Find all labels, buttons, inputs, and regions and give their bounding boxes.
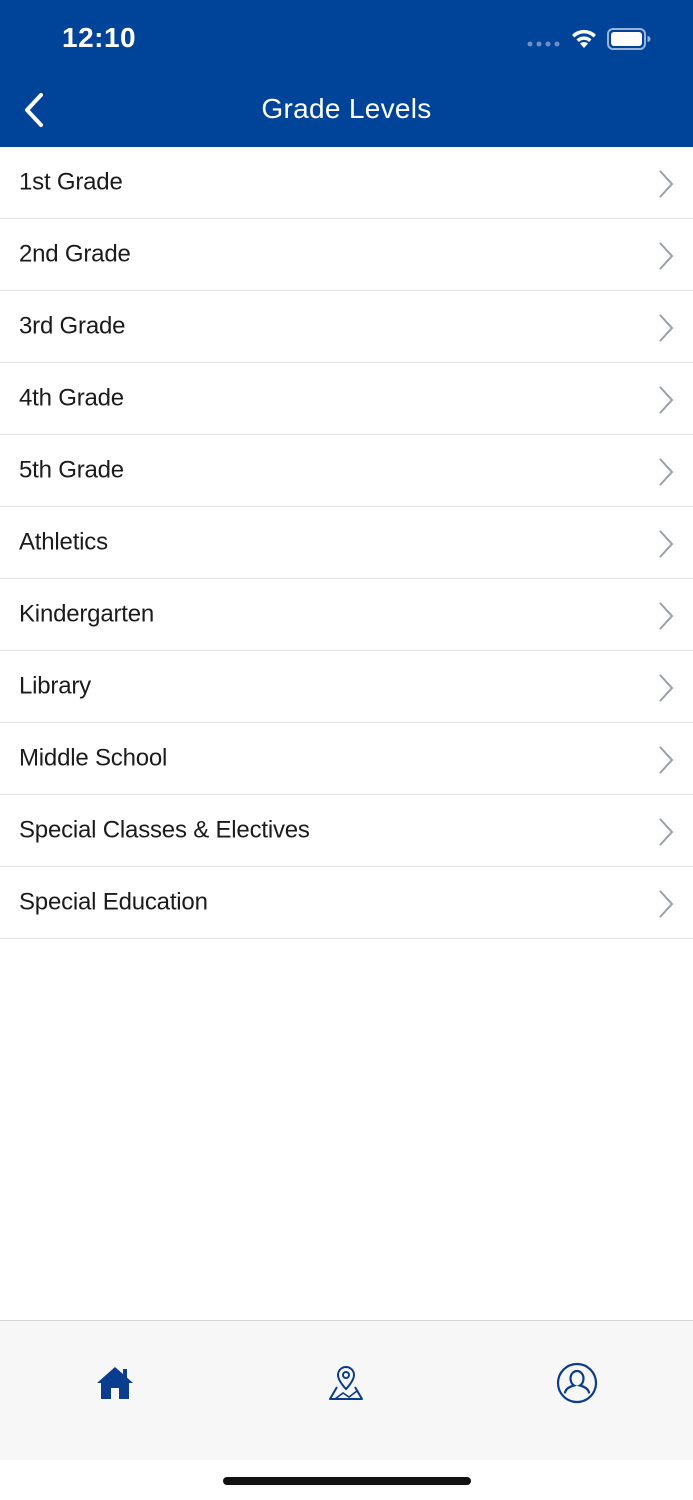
list-item[interactable]: 2nd Grade (0, 219, 693, 291)
list-item-label: Special Classes & Electives (19, 815, 310, 843)
list-item[interactable]: 5th Grade (0, 435, 693, 507)
list-item[interactable]: Athletics (0, 507, 693, 579)
user-profile-icon (556, 1362, 598, 1404)
list-item-label: 5th Grade (19, 455, 124, 483)
list-item[interactable]: 3rd Grade (0, 291, 693, 363)
signal-dots-icon (527, 41, 560, 47)
chevron-right-icon (659, 818, 674, 846)
list-item[interactable]: Special Classes & Electives (0, 795, 693, 867)
list-item[interactable]: Special Education (0, 867, 693, 939)
list-item-label: Special Education (19, 887, 208, 915)
list-item-label: 3rd Grade (19, 311, 126, 339)
chevron-right-icon (659, 458, 674, 486)
list-item-label: 2nd Grade (19, 239, 131, 267)
home-indicator (223, 1477, 471, 1485)
list-item[interactable]: 1st Grade (0, 147, 693, 219)
list-item[interactable]: Library (0, 651, 693, 723)
page-title: Grade Levels (261, 93, 432, 124)
battery-icon (607, 28, 651, 50)
wifi-icon (572, 29, 596, 48)
chevron-right-icon (659, 530, 674, 558)
chevron-right-icon (659, 674, 674, 702)
status-icons (527, 26, 657, 52)
list-item-label: Library (19, 671, 91, 699)
list-item-label: Kindergarten (19, 599, 155, 627)
list-item-label: 4th Grade (19, 383, 124, 411)
chevron-right-icon (659, 746, 674, 774)
app-header: 12:10 Grade Levels (0, 0, 693, 147)
chevron-right-icon (659, 602, 674, 630)
map-pin-icon (329, 1365, 363, 1400)
chevron-right-icon (659, 890, 674, 918)
tab-bar (0, 1320, 693, 1460)
tab-home[interactable] (93, 1361, 137, 1405)
chevron-right-icon (659, 170, 674, 198)
chevron-right-icon (659, 386, 674, 414)
home-icon (97, 1367, 133, 1399)
chevron-right-icon (659, 314, 674, 342)
list-item-label: 1st Grade (19, 167, 123, 195)
list-item[interactable]: Middle School (0, 723, 693, 795)
list-item-label: Middle School (19, 743, 168, 771)
grade-levels-list: 1st Grade 2nd Grade 3rd Grade 4th Grade … (0, 147, 693, 939)
status-time: 12:10 (62, 22, 137, 53)
chevron-right-icon (659, 242, 674, 270)
tab-profile[interactable] (555, 1361, 599, 1405)
list-item-label: Athletics (19, 527, 108, 555)
list-item[interactable]: 4th Grade (0, 363, 693, 435)
tab-map[interactable] (324, 1361, 368, 1405)
list-item[interactable]: Kindergarten (0, 579, 693, 651)
